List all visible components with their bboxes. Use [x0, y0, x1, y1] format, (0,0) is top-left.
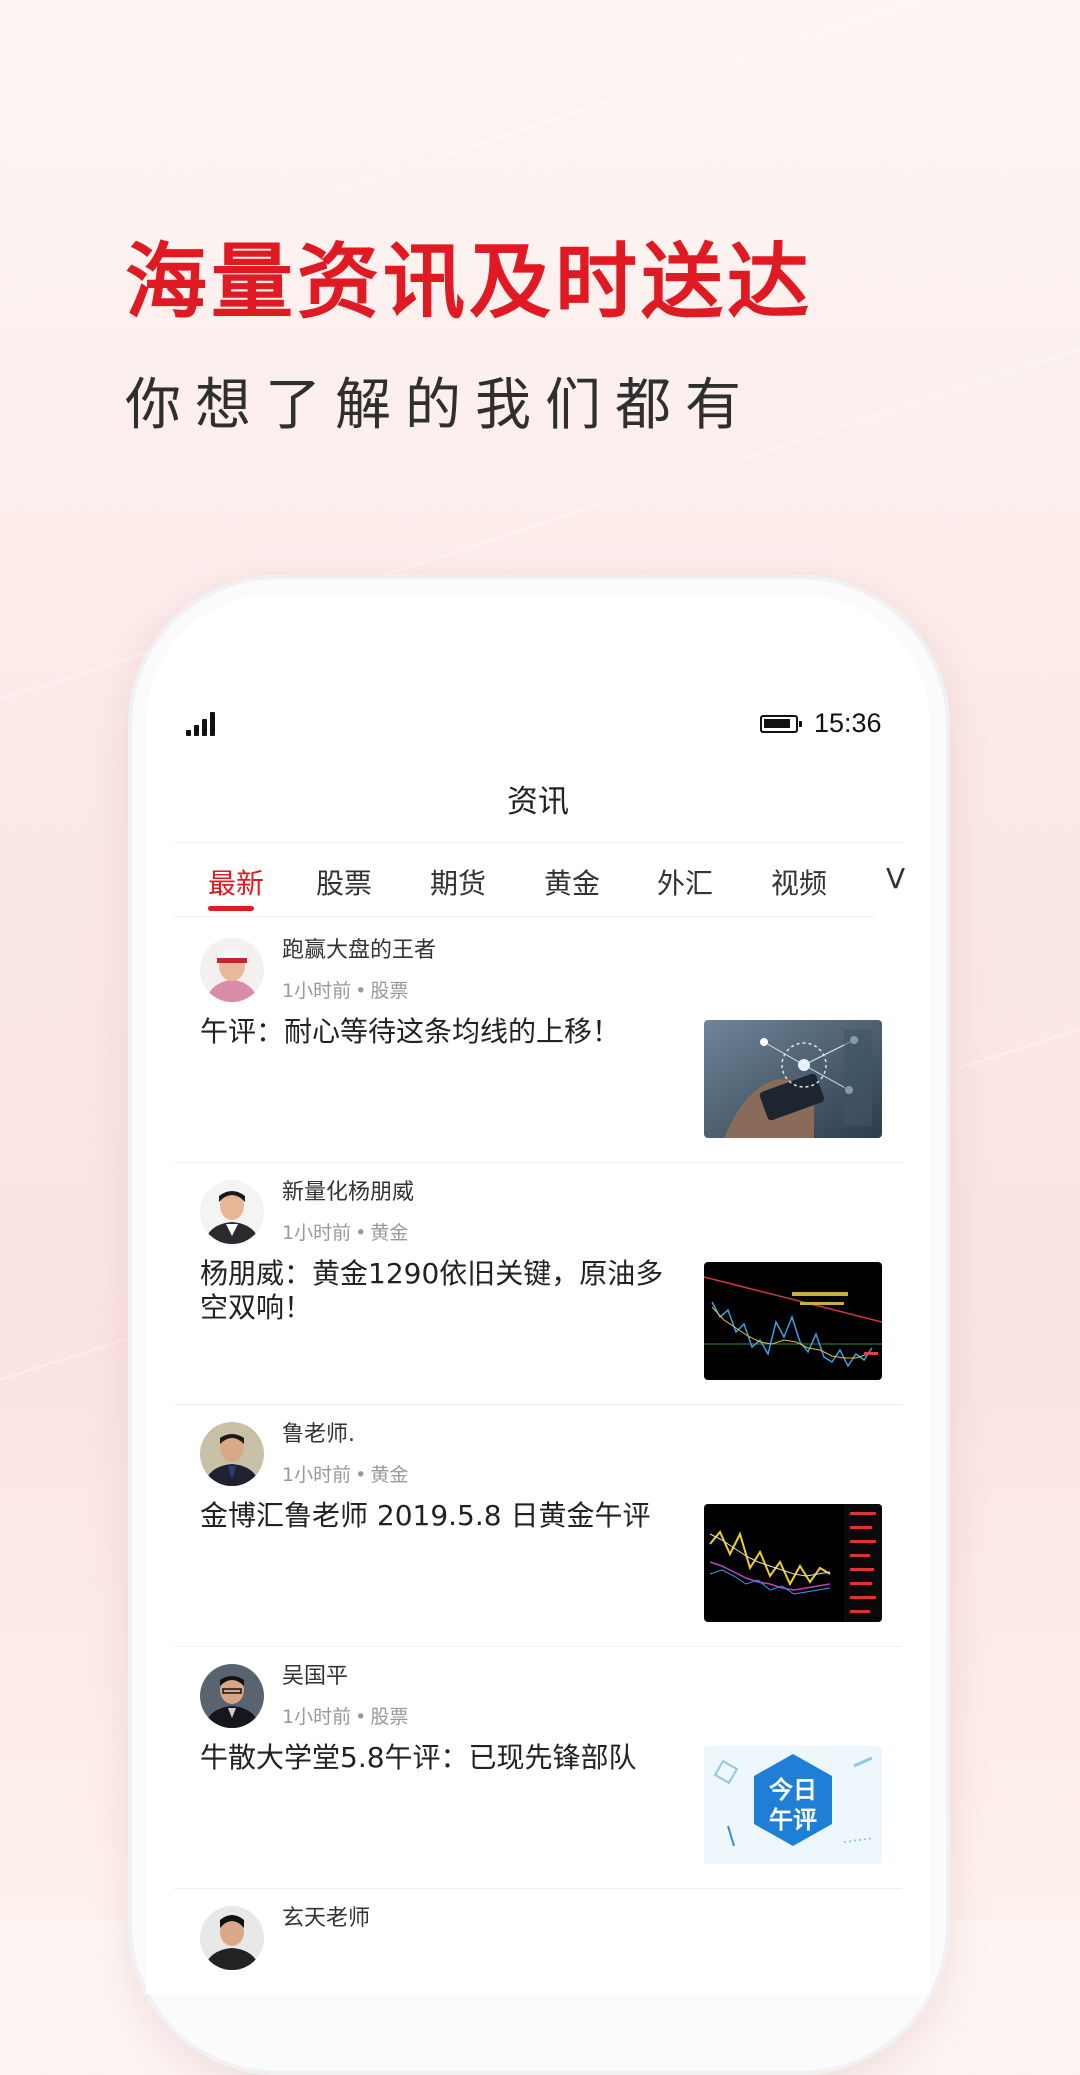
post-meta: 1小时前 • 黄金: [282, 1222, 409, 1244]
post-category: 黄金: [370, 1222, 409, 1244]
avatar[interactable]: [200, 1422, 264, 1486]
feed-item[interactable]: 跑赢大盘的王者 1小时前 • 股票 午评：耐心等待这条均线的上移！: [174, 920, 902, 1163]
author-name[interactable]: 吴国平: [282, 1658, 348, 1690]
post-category: 黄金: [370, 1464, 409, 1486]
author-name[interactable]: 玄天老师: [282, 1900, 370, 1932]
status-bar: 15:36: [146, 704, 930, 744]
post-category: 股票: [370, 1706, 409, 1728]
author-name[interactable]: 新量化杨朋威: [282, 1174, 414, 1206]
headline[interactable]: 金博汇鲁老师 2019.5.8 日黄金午评: [200, 1499, 680, 1533]
avatar[interactable]: [200, 1664, 264, 1728]
tab-futures[interactable]: 期货: [430, 862, 486, 902]
thumbnail-text-line1: 今日: [769, 1776, 817, 1804]
author-name[interactable]: 跑赢大盘的王者: [282, 932, 436, 964]
feed-item[interactable]: 新量化杨朋威 1小时前 • 黄金 杨朋威：黄金1290依旧关键，原油多空双响！: [174, 1162, 902, 1405]
post-time: 1小时前: [282, 980, 352, 1002]
post-meta: 1小时前 • 股票: [282, 1706, 409, 1728]
avatar[interactable]: [200, 1906, 264, 1970]
thumbnail-image[interactable]: [704, 1020, 882, 1138]
active-tab-indicator: [208, 906, 254, 911]
feed-item[interactable]: 玄天老师: [174, 1888, 902, 1994]
promo-title: 海量资讯及时送达: [125, 234, 814, 330]
category-tabs: 最新 股票 期货 黄金 外汇 视频 V: [146, 862, 930, 922]
phone-screen: 15:36 资讯 最新 股票 期货 黄金 外汇 视频 V 跑赢大盘的王者 1小时…: [146, 594, 930, 1994]
page-title: 资讯: [507, 784, 569, 820]
headline[interactable]: 杨朋威：黄金1290依旧关键，原油多空双响！: [200, 1257, 680, 1325]
tab-forex[interactable]: 外汇: [657, 862, 713, 902]
post-time: 1小时前: [282, 1222, 352, 1244]
post-time: 1小时前: [282, 1706, 352, 1728]
thumbnail-text-line2: 午评: [769, 1806, 817, 1834]
headline[interactable]: 牛散大学堂5.8午评：已现先锋部队: [200, 1741, 680, 1775]
headline[interactable]: 午评：耐心等待这条均线的上移！: [200, 1015, 680, 1049]
battery-icon: [760, 715, 802, 733]
signal-icon: [186, 712, 220, 736]
post-time: 1小时前: [282, 1464, 352, 1486]
post-meta: 1小时前 • 股票: [282, 980, 409, 1002]
tab-stocks[interactable]: 股票: [316, 862, 372, 902]
thumbnail-image[interactable]: [704, 1262, 882, 1380]
tab-more[interactable]: V: [886, 862, 905, 895]
feed-item[interactable]: 鲁老师. 1小时前 • 黄金 金博汇鲁老师 2019.5.8 日黄金午评: [174, 1404, 902, 1647]
tab-gold[interactable]: 黄金: [544, 862, 600, 902]
divider: [174, 916, 874, 917]
avatar[interactable]: [200, 1180, 264, 1244]
avatar[interactable]: [200, 938, 264, 1002]
post-category: 股票: [370, 980, 409, 1002]
feed-item[interactable]: 吴国平 1小时前 • 股票 牛散大学堂5.8午评：已现先锋部队 今日 午评: [174, 1646, 902, 1889]
tab-latest[interactable]: 最新: [208, 862, 264, 902]
status-time: 15:36: [814, 708, 882, 738]
post-meta: 1小时前 • 黄金: [282, 1464, 409, 1486]
tab-video[interactable]: 视频: [771, 862, 827, 902]
author-name[interactable]: 鲁老师.: [282, 1416, 355, 1448]
thumbnail-image[interactable]: [704, 1504, 882, 1622]
thumbnail-image[interactable]: 今日 午评: [704, 1746, 882, 1864]
promo-subtitle: 你想了解的我们都有: [125, 373, 755, 438]
divider: [174, 842, 902, 843]
